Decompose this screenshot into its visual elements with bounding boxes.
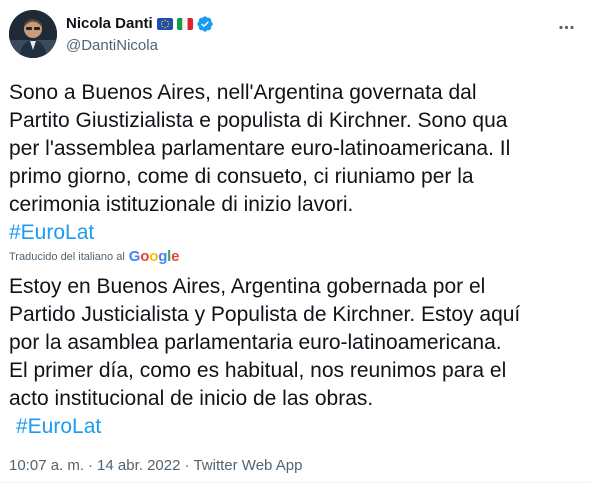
tweet-text-line: Partito Giustizialista e populista di Ki… [9, 109, 508, 132]
tweet-date[interactable]: 14 abr. 2022 [97, 457, 180, 474]
tweet: Nicola Danti @DantiNicola Sono a Buenos … [0, 0, 591, 483]
translated-hashtag-link[interactable]: #EuroLat [16, 415, 101, 438]
google-logo-letter-g2: g [158, 248, 168, 265]
translated-text-line: acto institucional de inicio de las obra… [9, 387, 374, 410]
translated-text-line: Partido Justicialista y Populista de Kir… [9, 303, 521, 326]
eu-flag-icon [156, 18, 173, 30]
google-logo-letter-o2: o [149, 248, 159, 265]
author-handle[interactable]: @DantiNicola [66, 36, 158, 56]
google-logo-letter-o1: o [140, 248, 150, 265]
hashtag-link[interactable]: #EuroLat [9, 221, 94, 244]
google-logo-letter-g: G [128, 248, 141, 265]
tweet-text-line: primo giorno, come di consueto, ci riuni… [9, 165, 474, 188]
translation-label: Traducido del italiano al [9, 251, 125, 263]
author-display-name[interactable]: Nicola Danti [66, 14, 153, 34]
google-logo-letter-e: e [171, 248, 180, 265]
translated-text-line: Estoy en Buenos Aires, Argentina goberna… [9, 275, 486, 298]
translated-text: Estoy en Buenos Aires, Argentina goberna… [9, 273, 583, 441]
tweet-time[interactable]: 10:07 a. m. [9, 457, 84, 474]
meta-separator: · [88, 457, 94, 474]
tweet-text-line: Sono a Buenos Aires, nell'Argentina gove… [9, 81, 477, 104]
google-logo: Google [129, 249, 180, 265]
tweet-text-line: per l'assemblea parlamentare euro-latino… [9, 137, 511, 160]
tweet-text: Sono a Buenos Aires, nell'Argentina gove… [9, 79, 583, 247]
tweet-meta: 10:07 a. m. · 14 abr. 2022 · Twitter Web App [9, 456, 302, 476]
avatar[interactable] [9, 10, 57, 58]
author-name-row[interactable]: Nicola Danti [66, 14, 214, 34]
more-dots-icon [557, 18, 576, 37]
more-options-button[interactable] [549, 10, 583, 44]
translation-attribution[interactable]: Traducido del italiano al Google [9, 249, 179, 265]
verified-badge-icon[interactable] [196, 15, 214, 33]
translated-text-line: El primer día, como es habitual, nos reu… [9, 359, 507, 382]
tweet-source[interactable]: Twitter Web App [193, 457, 302, 474]
tweet-text-line: cerimonia istituzionale di inizio lavori… [9, 193, 354, 216]
italy-flag-icon [176, 18, 193, 30]
translated-text-line: por la asamblea parlamentaria euro-latin… [9, 331, 502, 354]
meta-separator: · [184, 457, 190, 474]
